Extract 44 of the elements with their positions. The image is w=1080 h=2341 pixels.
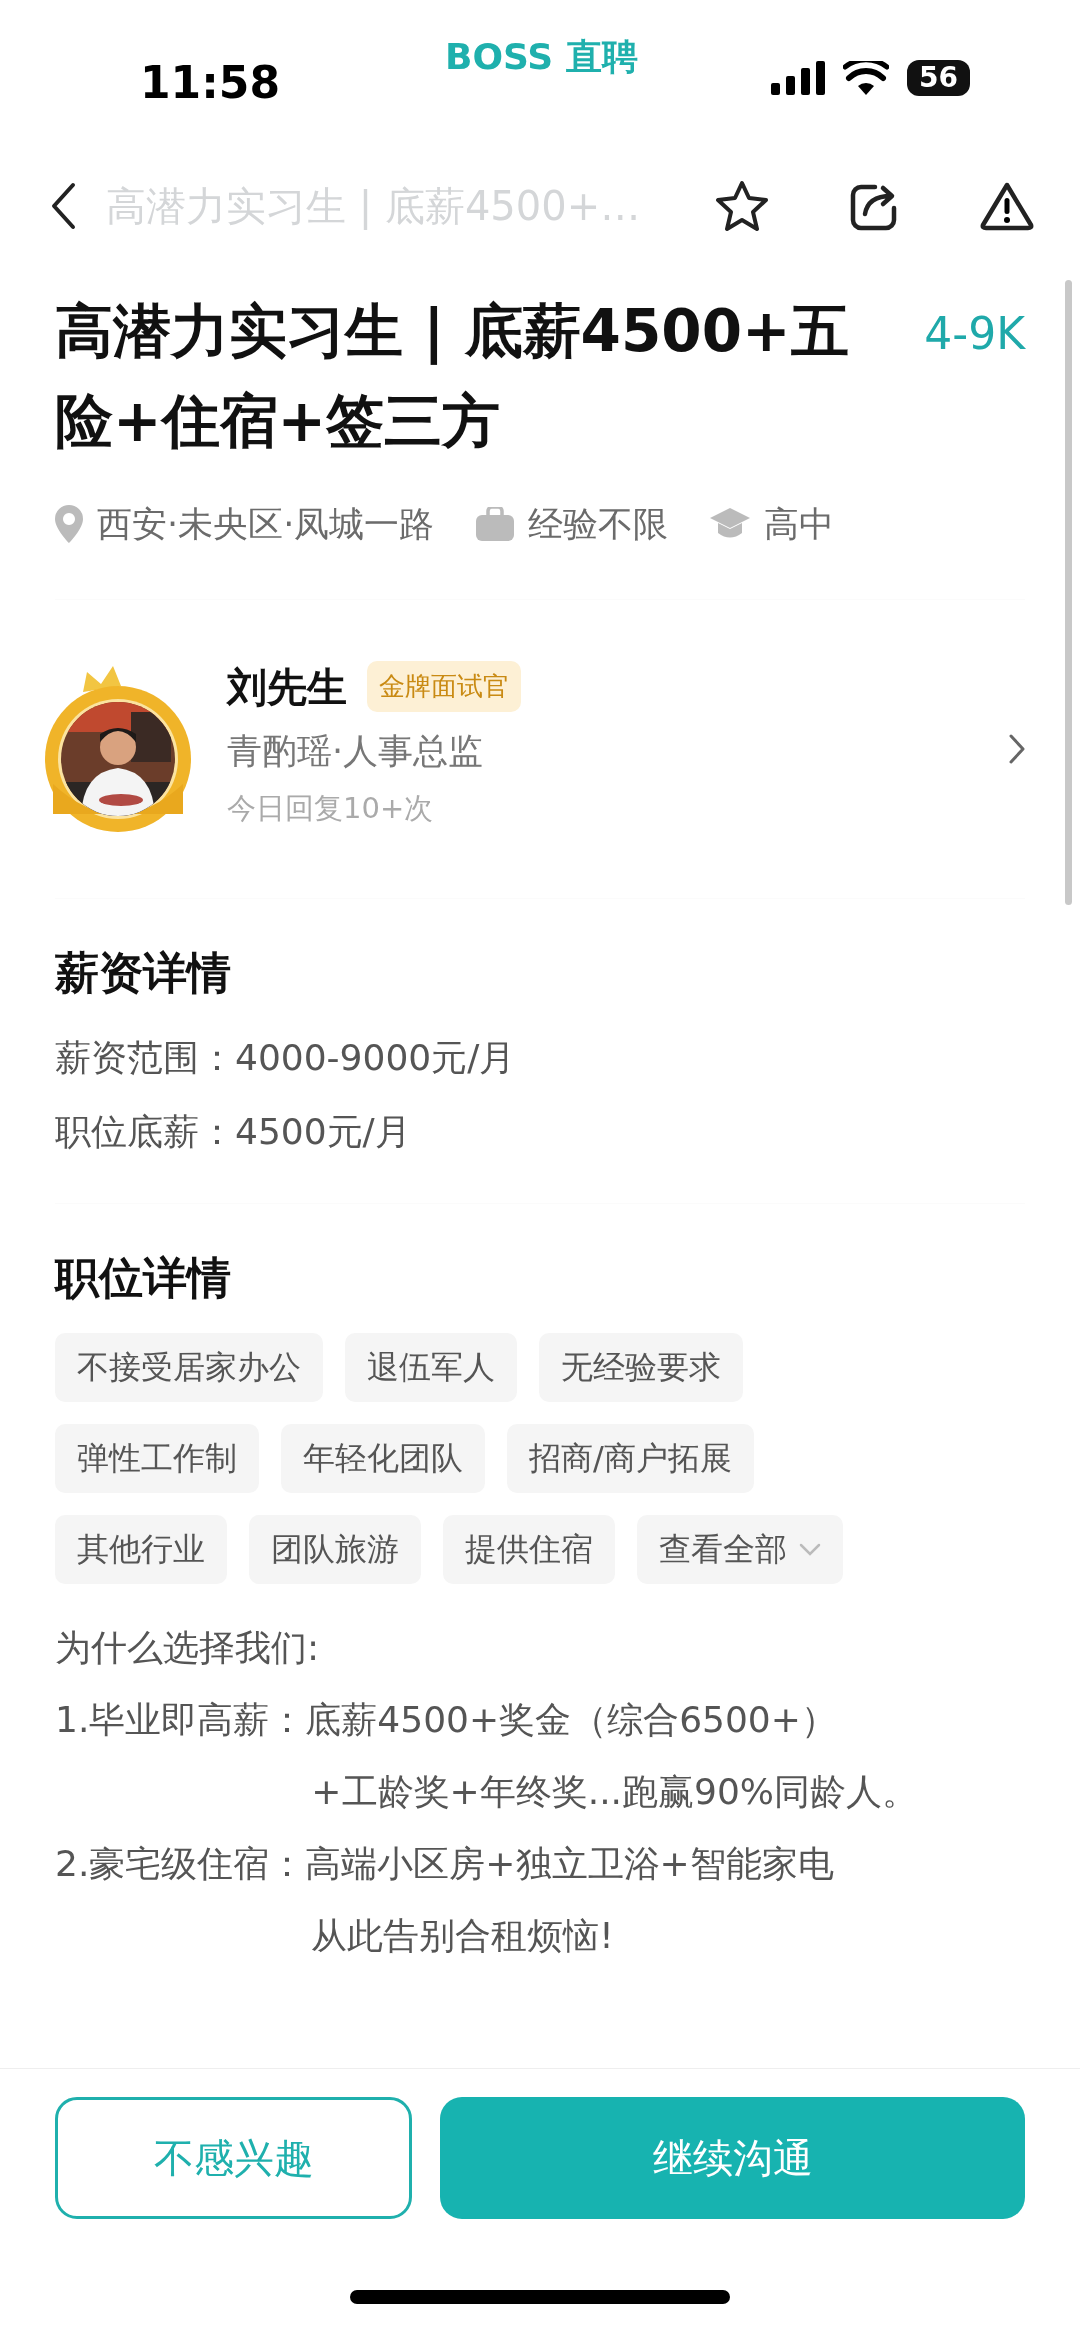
description-text: 底薪4500+奖金（综合6500+） [305,1698,838,1743]
app-logo: BOSS 直聘 [445,35,638,79]
job-tag: 提供住宿 [443,1515,615,1585]
briefcase-icon [476,507,515,542]
salary-range: 4-9K [924,307,1025,361]
section-heading: 薪资详情 [55,946,232,1000]
back-icon[interactable] [50,182,76,230]
interviewer-badge: 金牌面试官 [367,661,521,712]
chevron-down-icon [799,1542,821,1557]
job-tag: 退伍军人 [345,1333,517,1403]
chevron-right-icon[interactable] [1009,733,1025,764]
description-text: 从此告别合租烦恼! [311,1914,615,1959]
description-text: 高端小区房+独立卫浴+智能家电 [305,1842,834,1887]
job-tag: 不接受居家办公 [55,1333,323,1403]
job-requirement: 西安·未央区·凤城一路 [97,503,435,546]
job-tag: 招商/商户拓展 [507,1424,754,1494]
section-heading: 职位详情 [55,1252,232,1306]
battery-level: 56 [907,60,970,96]
location-pin-icon [55,505,83,544]
reply-count: 今日回复10+次 [227,790,435,827]
description-text: +工龄奖+年终奖...跑赢90%同龄人。 [311,1770,919,1815]
description-text: 为什么选择我们: [55,1626,321,1671]
status-time: 11:58 [140,56,281,110]
job-tag: 无经验要求 [539,1333,743,1403]
wifi-icon [843,61,890,95]
job-tag: 其他行业 [55,1515,227,1585]
salary-detail: 职位底薪：4500元/月 [55,1110,412,1155]
job-requirement: 高中 [764,503,835,546]
description-text: 2.豪宅级住宿： [55,1842,306,1887]
description-text: 1.毕业即高薪： [55,1698,306,1743]
recruiter-company: 青酌瑶·人事总监 [227,729,485,773]
warning-icon[interactable] [979,181,1035,231]
job-tag: 团队旅游 [249,1515,421,1585]
signal-icon [771,61,826,95]
view-all-button[interactable]: 查看全部 [637,1515,843,1585]
job-title: 高潜力实习生 | 底薪4500+五险+住宿+签三方 [55,296,850,457]
job-tag: 弹性工作制 [55,1424,259,1494]
not-interested-button[interactable]: 不感兴趣 [55,2097,412,2219]
job-tag: 年轻化团队 [281,1424,485,1494]
star-icon[interactable] [715,180,769,232]
job-requirement: 经验不限 [528,503,669,546]
salary-detail: 薪资范围：4000-9000元/月 [55,1036,517,1081]
continue-chat-button[interactable]: 继续沟通 [440,2097,1025,2219]
recruiter-name: 刘先生 [227,662,347,712]
